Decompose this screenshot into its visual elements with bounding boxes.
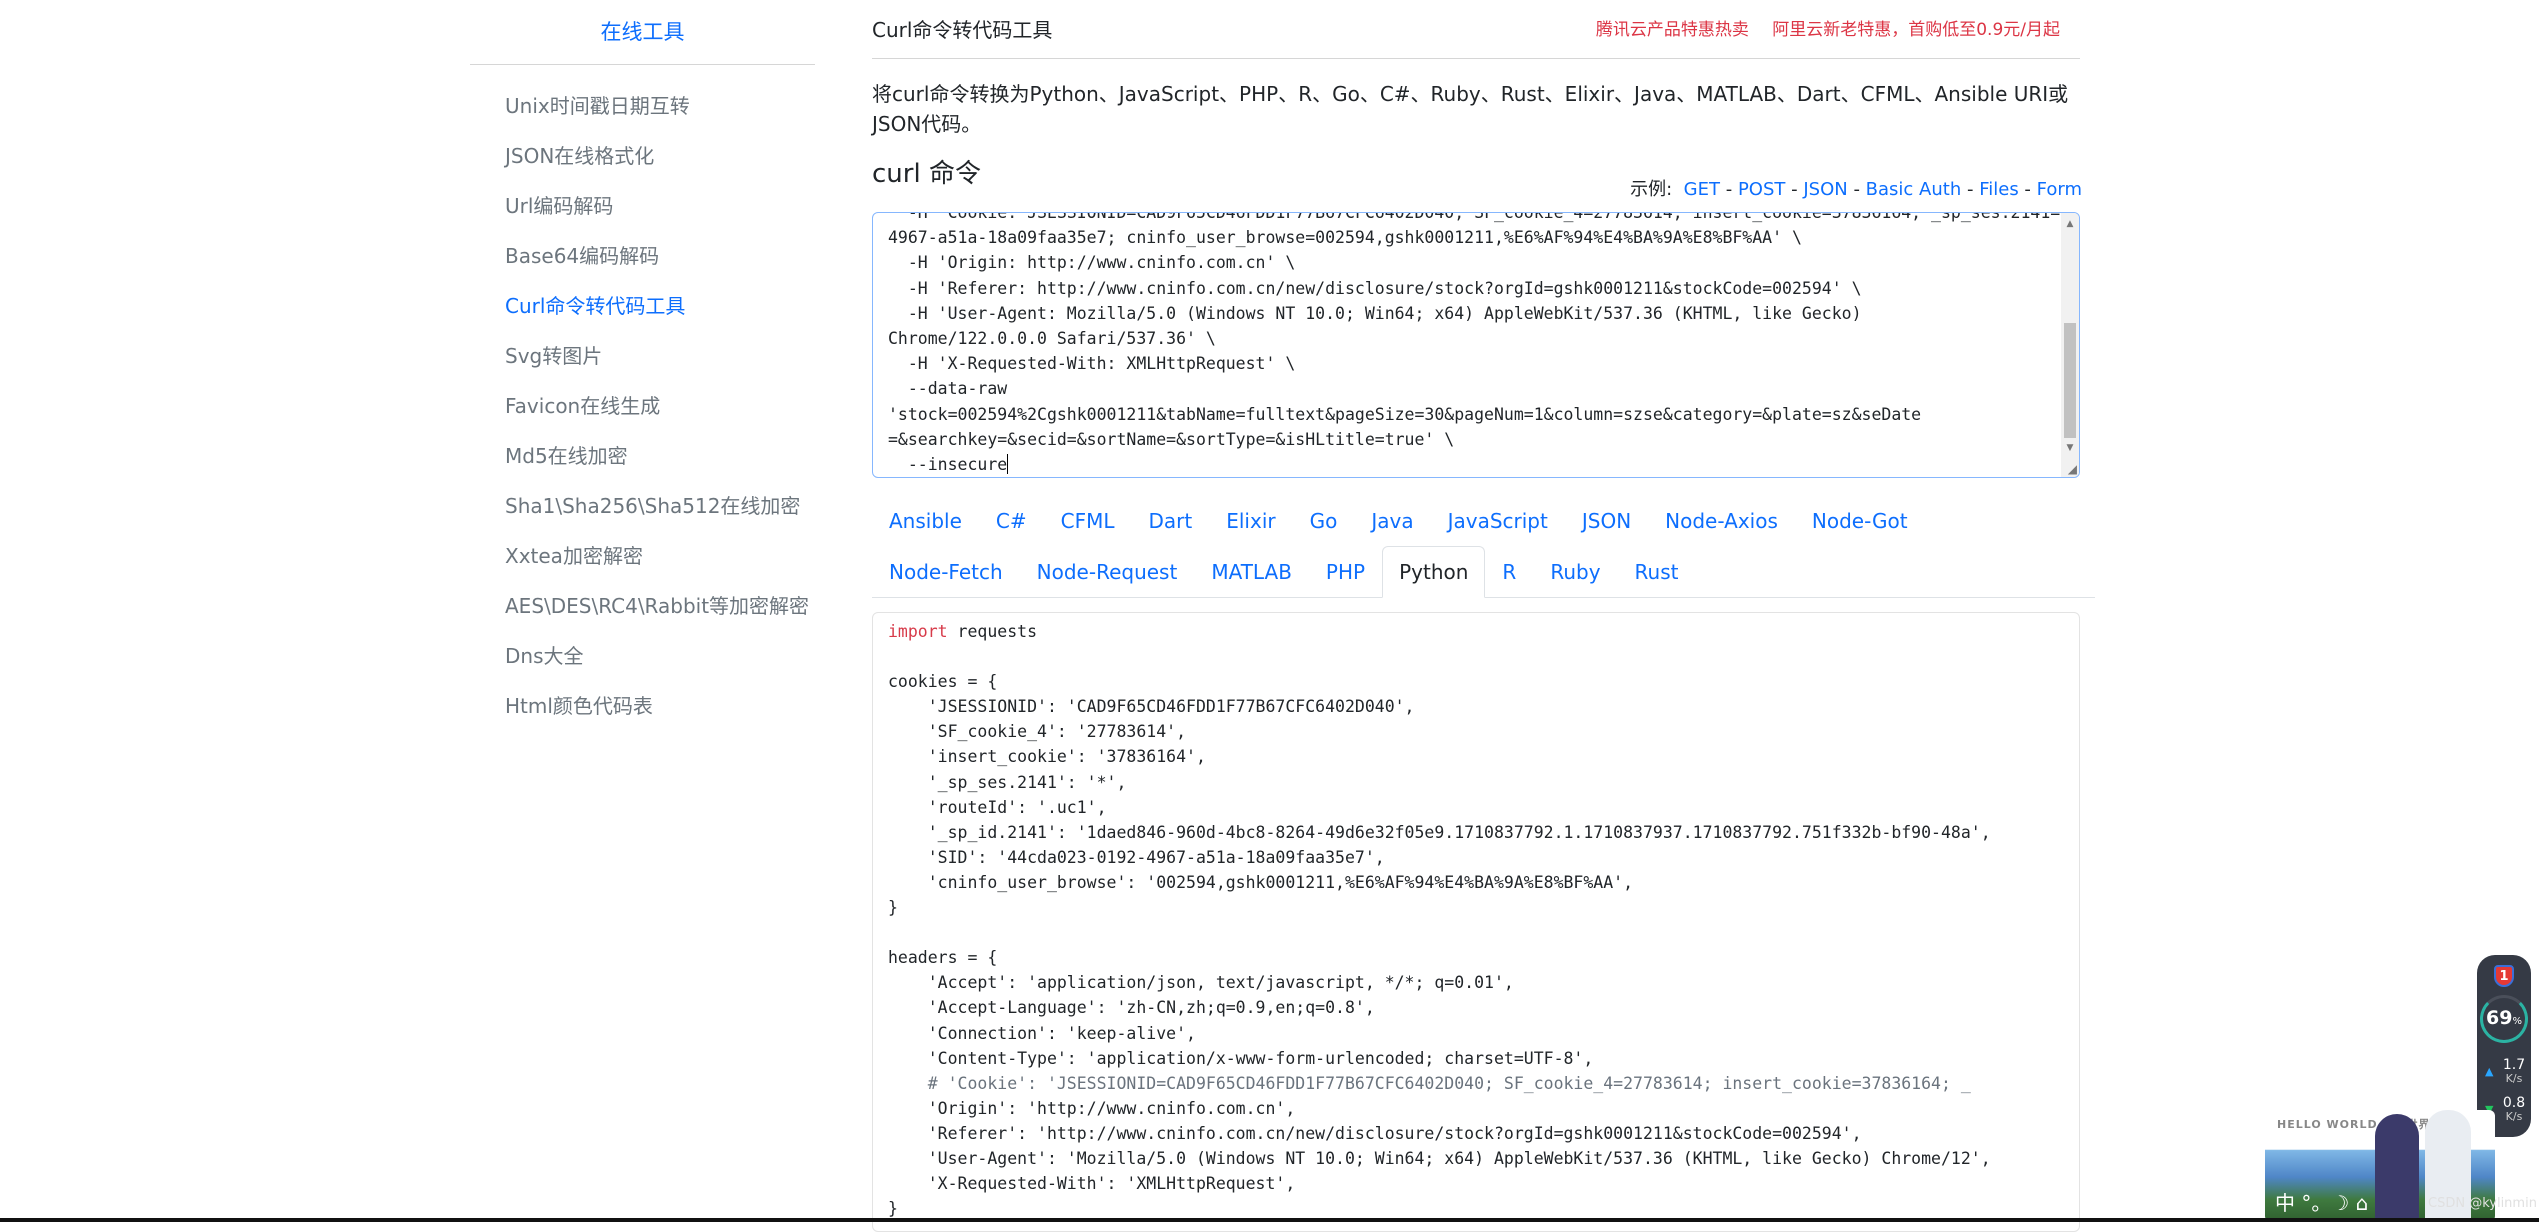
mascot-girl-figure [2375,1114,2419,1222]
example-separator: - [1719,179,1738,200]
usage-unit: % [2512,1016,2522,1027]
tab-c-[interactable]: C# [979,495,1044,545]
language-tabs: Ansible C# CFML Dart Elixir Go Java JavaScript J… [872,495,2095,598]
resize-grip-icon[interactable]: ◢ [2068,462,2077,476]
tab-node-fetch[interactable]: Node-Fetch [872,546,1020,596]
tab-python[interactable]: Python [1382,546,1486,598]
curl-input-scrollbar[interactable]: ▲ ▼ [2061,213,2079,477]
main-content: Curl命令转代码工具 腾讯云产品特惠热卖 阿里云新老特惠，首购低至0.9元/月… [872,0,2095,1232]
curl-section-header: curl 命令 示例: GET - POST - JSON - Basic Au… [872,151,2082,209]
sidebar-item[interactable]: Curl命令转代码工具 [470,281,815,331]
ime-status-icons[interactable]: 中 °。☽ ⌂ [2275,1187,2368,1216]
promo-link-aliyun[interactable]: 阿里云新老特惠，首购低至0.9元/月起 [1772,20,2060,40]
sidebar-title[interactable]: 在线工具 [470,0,815,65]
upload-rate: 1.7 K/s [2499,1058,2529,1086]
tab-node-request[interactable]: Node-Request [1020,546,1195,596]
code-keyword-import: import [888,622,948,641]
sidebar-item[interactable]: Md5在线加密 [470,431,815,481]
usage-value: 69 [2486,1007,2513,1029]
shield-alert-icon[interactable]: 1 [2494,965,2514,987]
generated-code-text: import requests cookies = { 'JSESSIONID'… [888,619,1991,1221]
code-comment-cookie: # 'Cookie': 'JSESSIONID=CAD9F65CD46FDD1F… [927,1073,1971,1093]
usage-gauge-value: 69% [2477,1007,2531,1029]
tab-ansible[interactable]: Ansible [872,495,979,545]
examples: 示例: GET - POST - JSON - Basic Auth - Fil… [1630,175,2082,201]
tab-javascript[interactable]: JavaScript [1431,495,1565,545]
tool-description: 将curl命令转换为Python、JavaScript、PHP、R、Go、C#、… [872,82,2069,136]
examples-label: 示例: [1630,179,1673,200]
text-caret [1007,454,1009,475]
code-headers-rest: 'Origin': 'http://www.cninfo.com.cn', 'R… [888,1098,1991,1219]
example-separator: - [1847,179,1866,200]
tab-elixir[interactable]: Elixir [1209,495,1292,545]
download-rate: 0.8 K/s [2499,1096,2529,1124]
example-link-get[interactable]: GET [1684,179,1720,200]
curl-command-value: -H 'Cookie: JSESSIONID=CAD9F65CD46FDD1F7… [888,212,2080,475]
tab-dart[interactable]: Dart [1132,495,1210,545]
tab-node-axios[interactable]: Node-Axios [1648,495,1795,545]
sidebar-item[interactable]: Xxtea加密解密 [470,531,815,581]
scroll-up-arrow-icon[interactable]: ▲ [2061,215,2079,233]
curl-command-input[interactable]: -H 'Cookie: JSESSIONID=CAD9F65CD46FDD1F7… [872,212,2080,478]
example-link-basic-auth[interactable]: Basic Auth [1866,179,1962,200]
download-rate-value: 0.8 [2502,1095,2526,1111]
tab-go[interactable]: Go [1293,495,1355,545]
tab-ruby[interactable]: Ruby [1533,546,1617,596]
promo-links: 腾讯云产品特惠热卖 阿里云新老特惠，首购低至0.9元/月起 [1578,15,2060,40]
tab-cfml[interactable]: CFML [1044,495,1132,545]
curl-command-text[interactable]: -H 'Cookie: JSESSIONID=CAD9F65CD46FDD1F7… [888,213,2079,477]
example-separator: - [1961,179,1980,200]
tab-node-got[interactable]: Node-Got [1795,495,1925,545]
tab-matlab[interactable]: MATLAB [1194,546,1309,596]
sidebar-item[interactable]: Base64编码解码 [470,231,815,281]
code-cookies-and-headers: cookies = { 'JSESSIONID': 'CAD9F65CD46FD… [888,672,1991,1068]
example-separator: - [2018,179,2037,200]
sidebar-item[interactable]: AES\DES\RC4\Rabbit等加密解密 [470,581,815,631]
csdn-watermark: CSDN @kylinmin [2428,1196,2537,1211]
scrollbar-thumb[interactable] [2064,323,2076,438]
scroll-down-arrow-icon[interactable]: ▼ [2061,439,2079,457]
tab-java[interactable]: Java [1354,495,1430,545]
sidebar-item[interactable]: Dns大全 [470,631,815,681]
curl-section-title: curl 命令 [872,159,981,189]
tab-rust[interactable]: Rust [1618,546,1696,596]
upload-rate-unit: K/s [2505,1072,2523,1085]
sidebar-item[interactable]: Svg转图片 [470,331,815,381]
top-bar: Curl命令转代码工具 腾讯云产品特惠热卖 阿里云新老特惠，首购低至0.9元/月… [872,0,2080,59]
language-tabs-row-2: Node-Fetch Node-Request MATLAB PHP Python R Ru… [872,546,2095,598]
upload-rate-value: 1.7 [2502,1057,2526,1073]
example-link-files[interactable]: Files [1979,179,2019,200]
example-link-post[interactable]: POST [1738,179,1785,200]
example-separator: - [1785,179,1804,200]
sidebar-item[interactable]: JSON在线格式化 [470,131,815,181]
sidebar-item[interactable]: Html颜色代码表 [470,681,815,731]
tab-php[interactable]: PHP [1309,546,1382,596]
sidebar-item[interactable]: Sha1\Sha256\Sha512在线加密 [470,481,815,531]
tab-r[interactable]: R [1485,546,1533,596]
example-link-form[interactable]: Form [2037,179,2082,200]
upload-arrow-icon: ▲ [2485,1065,2494,1078]
page-title: Curl命令转代码工具 [872,18,1053,42]
code-import-rest: requests [957,622,1038,641]
example-links: GET - POST - JSON - Basic Auth - Files -… [1684,179,2082,200]
tab-json[interactable]: JSON [1565,495,1648,545]
sidebar-item[interactable]: Favicon在线生成 [470,381,815,431]
sidebar-item[interactable]: Unix时间戳日期互转 [470,81,815,131]
language-tabs-row-1: Ansible C# CFML Dart Elixir Go Java JavaScript J… [872,495,2095,546]
sidebar-item[interactable]: Url编码解码 [470,181,815,231]
sidebar-nav: Unix时间戳日期互转 JSON在线格式化 Url编码解码 Base64编码解码 Cur… [470,65,815,731]
sidebar: 在线工具 Unix时间戳日期互转 JSON在线格式化 Url编码解码 Base64编码… [470,0,815,731]
example-link-json[interactable]: JSON [1803,179,1847,200]
bottom-edge-bar [0,1218,2539,1222]
generated-code-output[interactable]: import requests cookies = { 'JSESSIONID'… [872,612,2080,1232]
promo-link-tencent-cloud[interactable]: 腾讯云产品特惠热卖 [1596,20,1749,40]
download-rate-unit: K/s [2505,1110,2523,1123]
